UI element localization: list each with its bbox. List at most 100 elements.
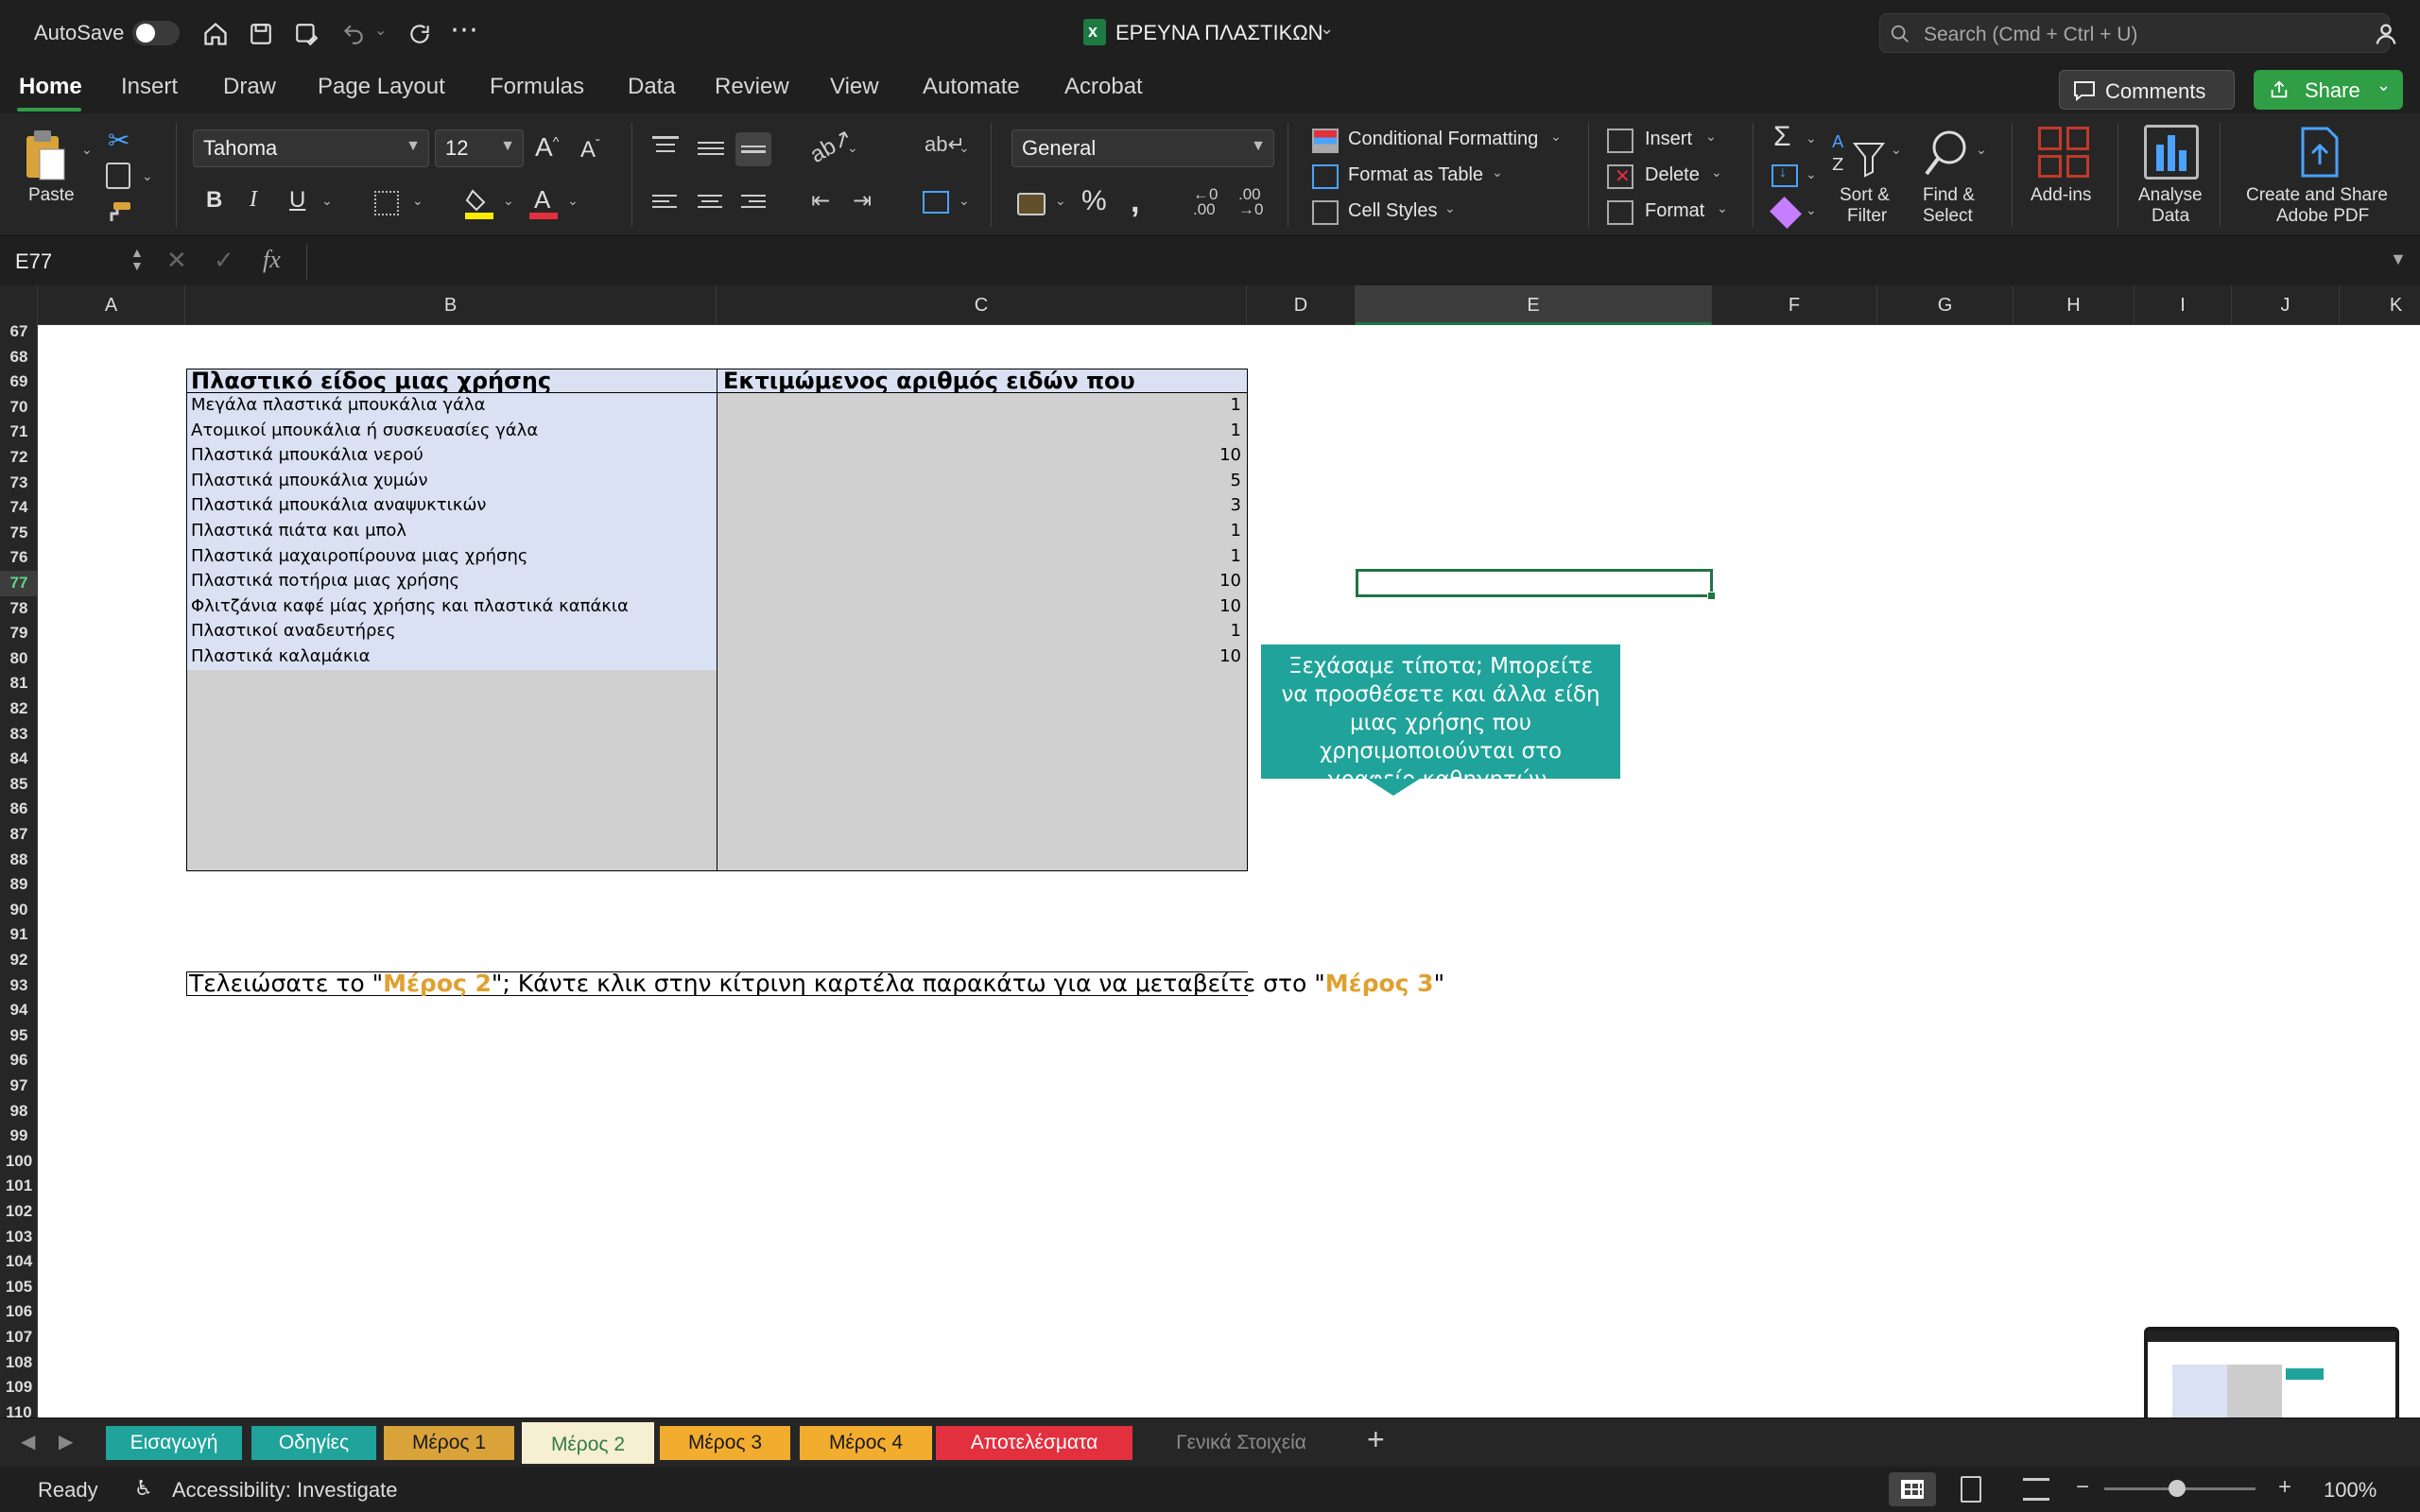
format-cells-icon[interactable] (1607, 200, 1634, 225)
table-row-count[interactable] (717, 795, 1248, 822)
table-row-item[interactable] (186, 845, 717, 872)
document-title[interactable]: ΕΡΕΥΝΑ ΠΛΑΣΤΙΚΩΝ (1115, 21, 1323, 45)
cell-styles-icon[interactable] (1312, 200, 1339, 225)
row-header[interactable]: 96 (0, 1048, 37, 1074)
table-row-count[interactable] (717, 695, 1248, 721)
expand-formula-icon[interactable]: ▼ (2390, 249, 2407, 269)
comments-button[interactable]: Comments (2059, 70, 2235, 110)
insert-function-icon[interactable]: fx (263, 246, 281, 274)
chevron-down-icon[interactable]: ⌄ (1711, 164, 1722, 180)
name-box[interactable]: E77 ▲ ▼ (8, 244, 147, 280)
table-row-count[interactable] (717, 669, 1248, 696)
table-row-count[interactable]: 10 (717, 443, 1248, 470)
row-header[interactable]: 99 (0, 1124, 37, 1149)
table-row-count[interactable] (717, 820, 1248, 847)
zoom-in-icon[interactable]: + (2278, 1474, 2291, 1501)
column-header-a[interactable]: A (38, 285, 185, 325)
accessibility-icon[interactable]: ♿ (134, 1476, 153, 1501)
table-row-count[interactable]: 10 (717, 569, 1248, 595)
row-header[interactable]: 71 (0, 420, 37, 445)
table-row-count[interactable] (717, 719, 1248, 747)
bold-button[interactable]: B (206, 187, 222, 214)
row-header[interactable]: 84 (0, 747, 37, 772)
row-header[interactable]: 72 (0, 445, 37, 471)
row-header[interactable]: 100 (0, 1149, 37, 1175)
table-row-item[interactable]: Πλαστικά ποτήρια μιας χρήσης (186, 569, 717, 595)
page-break-view-button[interactable] (2023, 1478, 2049, 1501)
zoom-level[interactable]: 100% (2324, 1478, 2377, 1503)
underline-button[interactable]: U (289, 187, 305, 214)
undo-chevron-icon[interactable]: ⌄ (374, 21, 387, 40)
row-header[interactable]: 108 (0, 1350, 37, 1376)
chevron-down-icon[interactable]: ⌄ (1550, 129, 1562, 145)
insert-cells-button[interactable]: Insert (1645, 129, 1692, 150)
share-button[interactable]: Share ⌄ (2254, 70, 2403, 110)
increase-indent-icon[interactable]: ⇥ (853, 187, 872, 215)
chevron-down-icon[interactable]: ⌄ (1717, 200, 1728, 216)
column-header-b[interactable]: B (185, 285, 717, 325)
clear-chevron-icon[interactable]: ⌄ (1806, 202, 1817, 218)
delete-cells-button[interactable]: Delete (1645, 164, 1700, 186)
decrease-font-icon[interactable]: Aˇ (580, 136, 600, 163)
autosave-toggle[interactable] (132, 21, 180, 45)
selected-cell-e77[interactable] (1356, 569, 1716, 600)
save-icon[interactable] (244, 17, 278, 51)
font-size-select[interactable]: 12 ▼ (435, 129, 524, 167)
merge-center-icon[interactable] (923, 191, 949, 214)
column-header-j[interactable]: J (2232, 285, 2340, 325)
row-header[interactable]: 109 (0, 1375, 37, 1400)
table-row-count[interactable]: 1 (717, 543, 1248, 571)
sheet-tab[interactable]: Γενικά Στοιχεία (1132, 1426, 1350, 1460)
format-as-table-button[interactable]: Format as Table (1348, 164, 1483, 186)
number-format-select[interactable]: General ▼ (1011, 129, 1274, 167)
table-row-item[interactable] (186, 669, 717, 696)
row-header[interactable]: 102 (0, 1199, 37, 1225)
row-header[interactable]: 69 (0, 369, 37, 395)
delete-cells-icon[interactable]: ✕ (1607, 164, 1634, 189)
table-row-item[interactable]: Φλιτζάνια καφέ μίας χρήσης και πλαστικά … (186, 593, 717, 621)
row-header[interactable]: 103 (0, 1225, 37, 1250)
row-header[interactable]: 85 (0, 772, 37, 798)
row-header[interactable]: 77 (0, 571, 37, 596)
row-header[interactable]: 92 (0, 948, 37, 973)
table-row-count[interactable] (717, 770, 1248, 797)
table-row-count[interactable]: 1 (717, 519, 1248, 545)
borders-chevron-icon[interactable]: ⌄ (412, 193, 424, 209)
find-chevron-icon[interactable]: ⌄ (1976, 142, 1987, 158)
sheet-tab[interactable]: Αποτελέσματα (936, 1426, 1132, 1460)
tab-home[interactable]: Home (19, 74, 82, 100)
undo-icon[interactable] (337, 17, 371, 51)
more-icon[interactable]: ⋯ (450, 13, 478, 46)
find-select-icon[interactable] (1923, 127, 1970, 183)
column-header-k[interactable]: K (2340, 285, 2420, 325)
table-row-item[interactable] (186, 745, 717, 771)
table-row-item[interactable]: Πλαστικοί αναδευτήρες (186, 619, 717, 645)
row-header[interactable]: 94 (0, 998, 37, 1023)
row-header[interactable]: 101 (0, 1174, 37, 1199)
row-header[interactable]: 89 (0, 872, 37, 898)
redo-icon[interactable] (403, 17, 437, 51)
merge-chevron-icon[interactable]: ⌄ (959, 193, 970, 209)
decrease-decimal-icon[interactable]: .00 →0 (1238, 186, 1263, 217)
table-row-item[interactable]: Πλαστικά καλαμάκια (186, 644, 717, 671)
row-header[interactable]: 70 (0, 395, 37, 421)
table-row-item[interactable] (186, 820, 717, 847)
borders-icon[interactable] (374, 191, 399, 215)
cell-styles-button[interactable]: Cell Styles (1348, 200, 1437, 222)
sheet-tab[interactable]: Μέρος 2 (522, 1422, 654, 1464)
worksheet-grid[interactable]: Πλαστικό είδος μιας χρήσης Εκτιμώμενος α… (38, 325, 2420, 1418)
table-row-item[interactable]: Ατομικοί μπουκάλια ή συσκευασίες γάλα (186, 418, 717, 445)
table-row-count[interactable] (717, 745, 1248, 771)
table-row-count[interactable]: 3 (717, 493, 1248, 520)
tab-draw[interactable]: Draw (223, 74, 276, 100)
tab-page-layout[interactable]: Page Layout (318, 74, 445, 100)
accounting-chevron-icon[interactable]: ⌄ (1055, 193, 1066, 209)
prev-sheet-icon[interactable]: ◀ (21, 1430, 35, 1453)
row-header[interactable]: 78 (0, 596, 37, 622)
align-center-icon[interactable] (698, 193, 722, 212)
copy-chevron-icon[interactable]: ⌄ (142, 168, 153, 184)
row-header[interactable]: 75 (0, 521, 37, 546)
sort-chevron-icon[interactable]: ⌄ (1891, 142, 1902, 158)
row-header[interactable]: 74 (0, 495, 37, 521)
table-row-count[interactable]: 10 (717, 593, 1248, 621)
